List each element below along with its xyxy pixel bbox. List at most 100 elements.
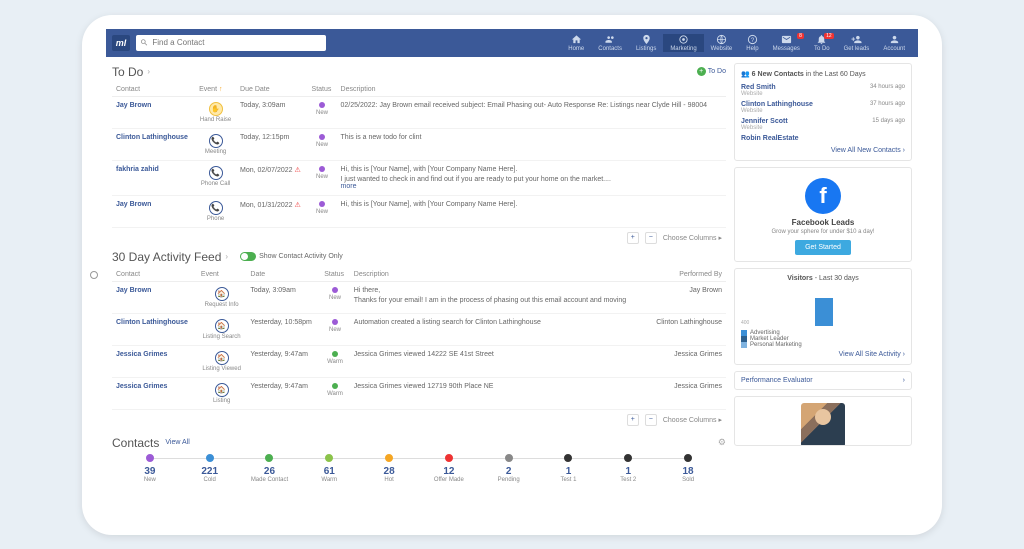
nav-marketing[interactable]: Marketing	[663, 34, 703, 52]
nav-label: Listings	[636, 46, 656, 52]
contact-link[interactable]: Jay Brown	[116, 201, 151, 208]
chevron-right-icon: ›	[225, 252, 228, 261]
mail-icon	[781, 34, 792, 45]
toggle-switch[interactable]	[240, 252, 256, 261]
people-icon	[605, 34, 616, 45]
facebook-icon: f	[805, 178, 841, 214]
col-contact[interactable]: Contact	[112, 83, 195, 97]
search-input[interactable]	[152, 38, 322, 47]
contact-link[interactable]: Jay Brown	[116, 287, 151, 294]
app-logo[interactable]: ml	[112, 35, 130, 51]
table-row[interactable]: Jay Brown ✋Hand Raise Today, 3:09am New …	[112, 96, 726, 128]
status-dot	[319, 134, 325, 140]
status-dot	[332, 319, 338, 325]
col-desc[interactable]: Description	[337, 83, 726, 97]
list-item[interactable]: Robin RealEstate	[741, 133, 905, 144]
status-dot	[319, 102, 325, 108]
pipeline-stage[interactable]: 18Sold	[658, 454, 718, 483]
col-due[interactable]: Due Date	[236, 83, 308, 97]
facebook-panel: f Facebook Leads Grow your sphere for un…	[734, 167, 912, 262]
nav-website[interactable]: Website	[704, 34, 740, 52]
col-desc[interactable]: Description	[350, 268, 648, 282]
table-row[interactable]: Clinton Lathinghouse 🏠Listing Search Yes…	[112, 313, 726, 345]
event-icon: ✋	[209, 102, 223, 116]
contact-link[interactable]: Clinton Lathinghouse	[116, 134, 188, 141]
gear-icon[interactable]: ⚙	[718, 437, 726, 448]
add-row-button[interactable]: +	[627, 232, 639, 244]
contact-link[interactable]: Jessica Grimes	[116, 351, 167, 358]
view-all-activity[interactable]: View All Site Activity ›	[741, 351, 905, 358]
remove-row-button[interactable]: −	[645, 232, 657, 244]
col-by[interactable]: Performed By	[648, 268, 726, 282]
table-row[interactable]: Jay Brown 📞Phone Mon, 01/31/2022 ⚠ New H…	[112, 195, 726, 227]
pipeline-stage[interactable]: 2Pending	[479, 454, 539, 483]
more-link[interactable]: more	[341, 183, 357, 190]
list-item[interactable]: Red SmithWebsite34 hours ago	[741, 82, 905, 99]
nav-label: Messages	[773, 46, 800, 52]
contacts-viewall[interactable]: View All	[165, 439, 189, 446]
new-contacts-panel: 👥 6 New Contacts in the Last 60 Days Red…	[734, 63, 912, 161]
contact-link[interactable]: fakhria zahid	[116, 166, 159, 173]
nav-messages[interactable]: 8Messages	[766, 34, 807, 52]
event-icon: 🏠	[215, 319, 229, 333]
profile-panel	[734, 396, 912, 446]
performance-panel[interactable]: Performance Evaluator ›	[734, 371, 912, 390]
get-started-button[interactable]: Get Started	[795, 240, 851, 255]
pipeline-stage[interactable]: 39New	[120, 454, 180, 483]
pipeline-stage[interactable]: 1Test 2	[598, 454, 658, 483]
col-event[interactable]: Event	[197, 268, 246, 282]
search-box[interactable]	[136, 35, 326, 51]
event-icon: 🏠	[215, 383, 229, 397]
event-icon: 📞	[209, 166, 223, 180]
target-icon	[678, 34, 689, 45]
nav-listings[interactable]: Listings	[629, 34, 663, 52]
contact-link[interactable]: Jay Brown	[116, 102, 151, 109]
alert-icon: ⚠	[295, 202, 301, 209]
list-item[interactable]: Jennifer ScottWebsite15 days ago	[741, 116, 905, 133]
contact-link[interactable]: Clinton Lathinghouse	[116, 319, 188, 326]
table-row[interactable]: Jessica Grimes 🏠Listing Viewed Yesterday…	[112, 345, 726, 377]
nav-todo[interactable]: 12To Do	[807, 34, 837, 52]
nav-label: Help	[746, 46, 758, 52]
todo-add-link[interactable]: +To Do	[697, 67, 726, 76]
nav-home[interactable]: Home	[561, 34, 591, 52]
activity-toggle[interactable]: Show Contact Activity Only	[240, 252, 343, 261]
perf-label: Performance Evaluator	[741, 377, 813, 384]
col-status[interactable]: Status	[320, 268, 350, 282]
avatar-image	[801, 403, 845, 446]
pipeline-stage[interactable]: 12Offer Made	[419, 454, 479, 483]
table-row[interactable]: Jessica Grimes 🏠Listing Yesterday, 9:47a…	[112, 377, 726, 409]
table-row[interactable]: Jay Brown 🏠Request Info Today, 3:09am Ne…	[112, 281, 726, 313]
col-status[interactable]: Status	[308, 83, 337, 97]
pipeline-stage[interactable]: 26Made Contact	[240, 454, 300, 483]
nav-contacts[interactable]: Contacts	[591, 34, 629, 52]
nav-getleads[interactable]: Get leads	[837, 34, 877, 52]
contacts-strip: Contacts View All ⚙ 39New221Cold26Made C…	[112, 436, 726, 483]
status-dot	[319, 201, 325, 207]
choose-columns[interactable]: Choose Columns ▸	[663, 234, 722, 242]
col-date[interactable]: Date	[246, 268, 320, 282]
list-item[interactable]: Clinton LathinghouseWebsite37 hours ago	[741, 99, 905, 116]
pipeline-stage[interactable]: 1Test 1	[539, 454, 599, 483]
nav-account[interactable]: Account	[876, 34, 912, 52]
globe-icon	[716, 34, 727, 45]
pipeline-stage[interactable]: 221Cold	[180, 454, 240, 483]
stage-dot	[624, 454, 632, 462]
table-row[interactable]: fakhria zahid 📞Phone Call Mon, 02/07/202…	[112, 160, 726, 195]
contact-link[interactable]: Jessica Grimes	[116, 383, 167, 390]
tablet-home-button[interactable]	[90, 271, 98, 279]
stage-dot	[325, 454, 333, 462]
nav-help[interactable]: ?Help	[739, 34, 765, 52]
col-event[interactable]: Event ↑	[195, 83, 236, 97]
alert-icon: ⚠	[295, 167, 301, 174]
add-row-button[interactable]: +	[627, 414, 639, 426]
pipeline-stage[interactable]: 61Warm	[299, 454, 359, 483]
pipeline-stage[interactable]: 28Hot	[359, 454, 419, 483]
table-row[interactable]: Clinton Lathinghouse 📞Meeting Today, 12:…	[112, 128, 726, 160]
visitors-chart: 400	[741, 286, 905, 326]
remove-row-button[interactable]: −	[645, 414, 657, 426]
view-all-contacts[interactable]: View All New Contacts ›	[741, 147, 905, 154]
col-contact[interactable]: Contact	[112, 268, 197, 282]
stage-dot	[146, 454, 154, 462]
choose-columns[interactable]: Choose Columns ▸	[663, 416, 722, 424]
